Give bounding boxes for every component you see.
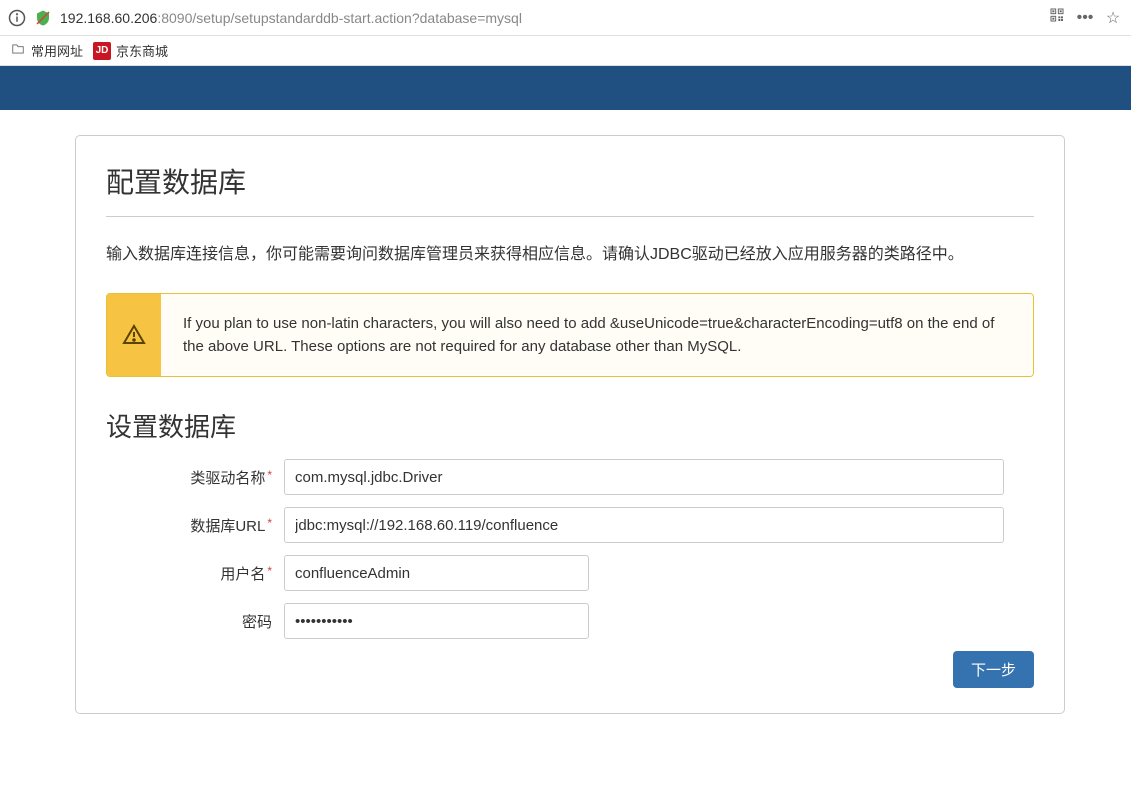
folder-icon <box>10 42 26 59</box>
button-row: 下一步 <box>106 651 1034 688</box>
warning-panel: If you plan to use non-latin characters,… <box>106 293 1034 378</box>
info-icon[interactable] <box>8 9 26 27</box>
dburl-label: 数据库URL <box>106 515 284 536</box>
next-button[interactable]: 下一步 <box>953 651 1034 688</box>
warning-text: If you plan to use non-latin characters,… <box>161 294 1033 377</box>
url-path: :8090/setup/setupstandarddb-start.action… <box>157 10 522 26</box>
password-input[interactable] <box>284 603 589 639</box>
driver-label: 类驱动名称 <box>106 467 284 488</box>
url-input[interactable]: 192.168.60.206:8090/setup/setupstandardd… <box>60 10 1039 26</box>
bookmark-star-icon[interactable]: ☆ <box>1103 8 1123 28</box>
page-header-band <box>0 66 1131 110</box>
user-input[interactable] <box>284 555 589 591</box>
form-row-driver: 类驱动名称 <box>106 459 1034 495</box>
bookmark-common-sites[interactable]: 常用网址 <box>10 41 83 60</box>
form-row-password: 密码 <box>106 603 1034 639</box>
security-icon[interactable] <box>34 9 52 27</box>
jd-icon: JD <box>93 42 111 60</box>
warning-icon <box>107 294 161 377</box>
qr-icon[interactable] <box>1047 7 1067 28</box>
bookmark-jd[interactable]: JD 京东商城 <box>93 41 168 60</box>
password-label: 密码 <box>106 611 284 632</box>
form-row-dburl: 数据库URL <box>106 507 1034 543</box>
page-title: 配置数据库 <box>106 161 1034 217</box>
browser-url-bar: 192.168.60.206:8090/setup/setupstandardd… <box>0 0 1131 36</box>
bookmark-label: 京东商城 <box>116 41 168 60</box>
driver-input[interactable] <box>284 459 1004 495</box>
setup-card: 配置数据库 输入数据库连接信息，你可能需要询问数据库管理员来获得相应信息。请确认… <box>75 135 1065 714</box>
dburl-input[interactable] <box>284 507 1004 543</box>
more-menu-icon[interactable]: ••• <box>1075 9 1095 27</box>
intro-text: 输入数据库连接信息，你可能需要询问数据库管理员来获得相应信息。请确认JDBC驱动… <box>106 242 1034 268</box>
form-row-user: 用户名 <box>106 555 1034 591</box>
section-title: 设置数据库 <box>106 407 1034 444</box>
url-host: 192.168.60.206 <box>60 10 157 26</box>
user-label: 用户名 <box>106 563 284 584</box>
bookmark-label: 常用网址 <box>31 41 83 60</box>
bookmarks-bar: 常用网址 JD 京东商城 <box>0 36 1131 66</box>
